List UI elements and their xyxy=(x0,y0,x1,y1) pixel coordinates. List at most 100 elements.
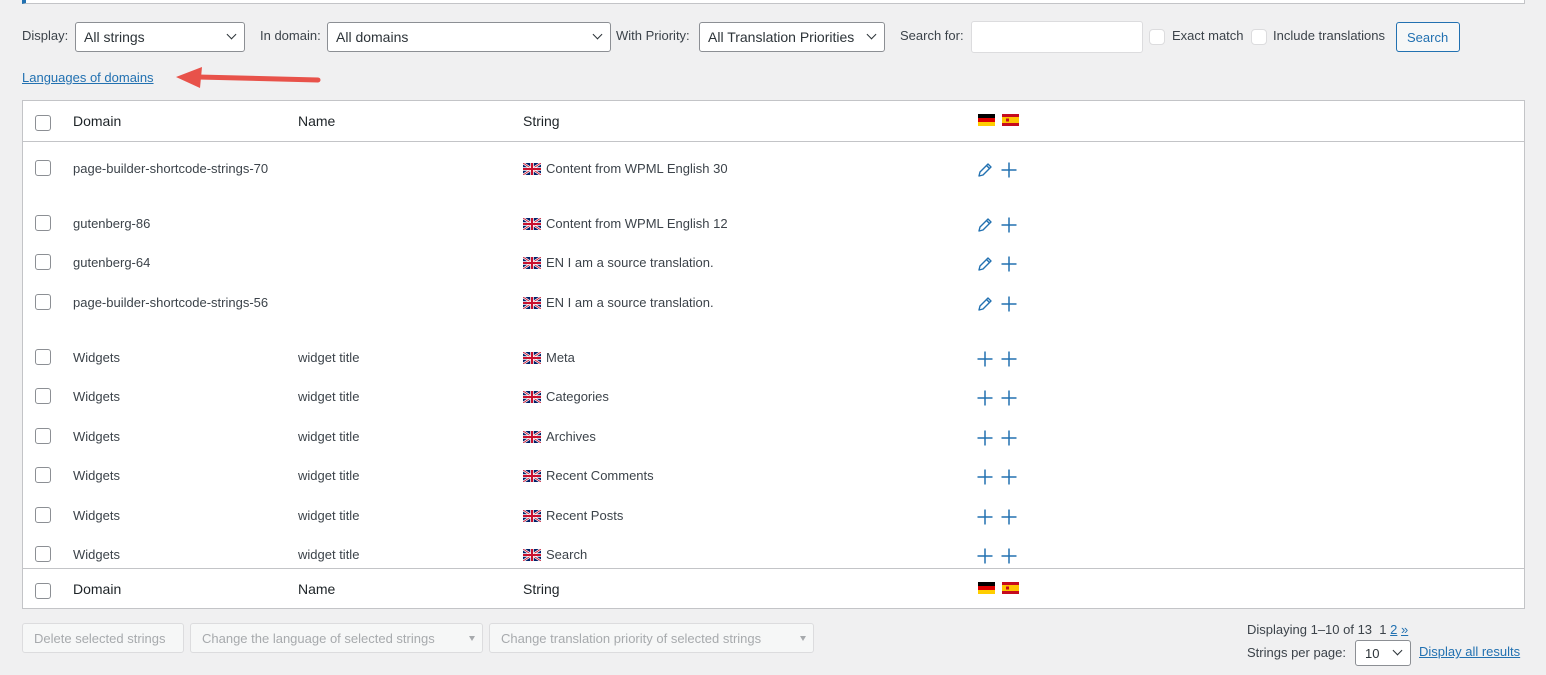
languages-of-domains-link[interactable]: Languages of domains xyxy=(22,70,154,85)
current-page: 1 xyxy=(1379,622,1387,637)
row-checkbox[interactable] xyxy=(35,215,51,231)
edit-translation-pencil-icon[interactable] xyxy=(976,295,994,313)
uk-flag-icon xyxy=(522,295,542,314)
per-page-label: Strings per page: xyxy=(1247,645,1347,660)
uk-flag-icon xyxy=(522,216,542,235)
row-string-text: Search xyxy=(546,547,588,562)
row-checkbox[interactable] xyxy=(35,467,51,483)
display-select[interactable]: All strings xyxy=(75,22,245,52)
row-string: Archives xyxy=(522,427,596,448)
row-domain: page-builder-shortcode-strings-56 xyxy=(73,295,269,310)
uk-flag-icon xyxy=(522,429,542,448)
column-name-footer[interactable]: Name xyxy=(298,581,335,597)
uk-flag-icon xyxy=(522,161,542,180)
change-priority-label: Change translation priority of selected … xyxy=(501,631,762,646)
delete-selected-button[interactable]: Delete selected strings xyxy=(22,623,184,653)
exact-match-label: Exact match xyxy=(1172,28,1244,43)
add-translation-plus-icon[interactable] xyxy=(976,508,994,526)
add-translation-plus-icon[interactable] xyxy=(1000,216,1018,234)
row-translation-actions xyxy=(976,161,1018,179)
add-translation-plus-icon[interactable] xyxy=(976,350,994,368)
add-translation-plus-icon[interactable] xyxy=(1000,468,1018,486)
add-translation-plus-icon[interactable] xyxy=(976,468,994,486)
row-checkbox[interactable] xyxy=(35,507,51,523)
strings-table: Domain Name String page-builder-shortcod… xyxy=(22,100,1525,609)
uk-flag-icon xyxy=(522,468,542,487)
displaying-count: Displaying 1–10 of 13 xyxy=(1247,622,1373,637)
row-name: widget title xyxy=(298,547,360,562)
search-button[interactable]: Search xyxy=(1396,22,1460,52)
per-page-select[interactable]: 10 xyxy=(1355,640,1411,666)
priority-select[interactable]: All Translation Priorities xyxy=(699,22,885,52)
column-string[interactable]: String xyxy=(523,113,560,129)
include-translations-checkbox[interactable] xyxy=(1251,29,1267,45)
next-page-link[interactable]: » xyxy=(1401,622,1408,637)
row-translation-actions xyxy=(976,429,1018,447)
change-language-select[interactable]: Change the language of selected strings xyxy=(190,623,483,653)
row-string: Search xyxy=(522,545,588,566)
row-string-text: EN I am a source translation. xyxy=(546,255,714,270)
select-all-checkbox-footer[interactable] xyxy=(35,583,51,599)
row-checkbox[interactable] xyxy=(35,428,51,444)
add-translation-plus-icon[interactable] xyxy=(1000,508,1018,526)
dropdown-arrow-icon xyxy=(800,636,806,641)
per-page-value: 10 xyxy=(1365,646,1380,661)
domain-select[interactable]: All domains xyxy=(327,22,611,52)
include-translations-label: Include translations xyxy=(1273,28,1386,43)
chevron-down-icon xyxy=(1392,645,1403,656)
row-checkbox[interactable] xyxy=(35,254,51,270)
add-translation-plus-icon[interactable] xyxy=(1000,389,1018,407)
row-domain: Widgets xyxy=(73,429,120,444)
pagination: Displaying 1–10 of 13 1 2 » xyxy=(1247,622,1408,637)
row-domain: page-builder-shortcode-strings-70 xyxy=(73,161,269,176)
column-string-footer[interactable]: String xyxy=(523,581,560,597)
display-select-value: All strings xyxy=(84,29,145,45)
add-translation-plus-icon[interactable] xyxy=(1000,255,1018,273)
column-domain-footer[interactable]: Domain xyxy=(73,581,121,597)
edit-translation-pencil-icon[interactable] xyxy=(976,161,994,179)
row-string-text: Categories xyxy=(546,389,609,404)
row-checkbox[interactable] xyxy=(35,349,51,365)
row-name: widget title xyxy=(298,429,360,444)
add-translation-plus-icon[interactable] xyxy=(1000,547,1018,565)
priority-label: With Priority: xyxy=(616,28,690,43)
edit-translation-pencil-icon[interactable] xyxy=(976,216,994,234)
row-domain: Widgets xyxy=(73,389,120,404)
chevron-down-icon xyxy=(592,29,603,40)
uk-flag-icon xyxy=(522,389,542,408)
row-string: Content from WPML English 30 xyxy=(522,159,728,180)
search-input[interactable] xyxy=(971,21,1143,53)
add-translation-plus-icon[interactable] xyxy=(976,389,994,407)
german-flag-icon xyxy=(978,114,995,129)
search-label: Search for: xyxy=(900,28,964,43)
row-checkbox[interactable] xyxy=(35,546,51,562)
row-checkbox[interactable] xyxy=(35,388,51,404)
add-translation-plus-icon[interactable] xyxy=(1000,161,1018,179)
add-translation-plus-icon[interactable] xyxy=(1000,350,1018,368)
column-name[interactable]: Name xyxy=(298,113,335,129)
add-translation-plus-icon[interactable] xyxy=(976,547,994,565)
column-domain[interactable]: Domain xyxy=(73,113,121,129)
table-header: Domain Name String xyxy=(23,101,1524,142)
spanish-flag-icon xyxy=(1002,582,1019,597)
select-all-checkbox[interactable] xyxy=(35,115,51,131)
chevron-down-icon xyxy=(226,29,237,40)
uk-flag-icon xyxy=(522,508,542,527)
page-2-link[interactable]: 2 xyxy=(1390,622,1397,637)
top-panel xyxy=(22,0,1525,4)
exact-match-checkbox[interactable] xyxy=(1149,29,1165,45)
edit-translation-pencil-icon[interactable] xyxy=(976,255,994,273)
add-translation-plus-icon[interactable] xyxy=(1000,429,1018,447)
row-checkbox[interactable] xyxy=(35,160,51,176)
display-all-results-link[interactable]: Display all results xyxy=(1419,644,1520,659)
row-string-text: Meta xyxy=(546,350,575,365)
dropdown-arrow-icon xyxy=(469,636,475,641)
spanish-flag-icon xyxy=(1002,114,1019,129)
change-priority-select[interactable]: Change translation priority of selected … xyxy=(489,623,814,653)
row-string-text: EN I am a source translation. xyxy=(546,295,714,310)
add-translation-plus-icon[interactable] xyxy=(976,429,994,447)
display-label: Display: xyxy=(22,28,69,43)
change-language-label: Change the language of selected strings xyxy=(202,631,435,646)
row-checkbox[interactable] xyxy=(35,294,51,310)
add-translation-plus-icon[interactable] xyxy=(1000,295,1018,313)
